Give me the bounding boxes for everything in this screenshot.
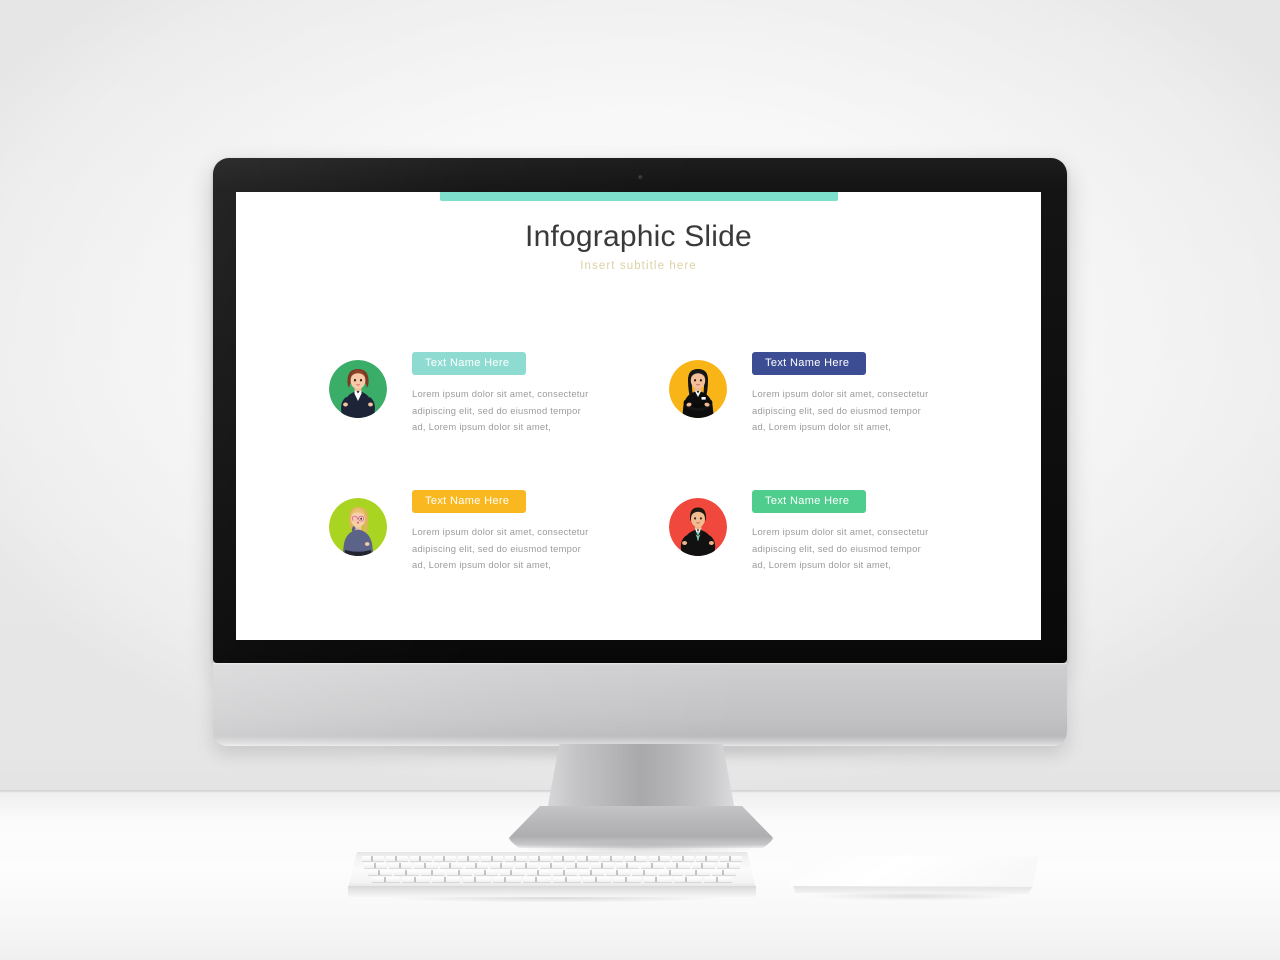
keyboard[interactable]: [348, 852, 756, 898]
webcam-icon: [638, 175, 643, 180]
info-card[interactable]: Text Name Here Lorem ipsum dolor sit ame…: [669, 490, 1034, 608]
avatar: [329, 498, 387, 556]
presentation-slide: Infographic Slide Insert subtitle here T…: [236, 192, 1041, 640]
trackpad-front-edge: [793, 886, 1033, 894]
card-body: Text Name Here Lorem ipsum dolor sit ame…: [752, 490, 1034, 574]
info-card[interactable]: Text Name Here Lorem ipsum dolor sit ame…: [329, 352, 694, 470]
card-description: Lorem ipsum dolor sit amet, consectetur …: [752, 388, 929, 432]
card-badge[interactable]: Text Name Here: [412, 490, 526, 513]
chin-highlight: [213, 663, 1067, 665]
card-body: Text Name Here Lorem ipsum dolor sit ame…: [412, 490, 694, 574]
card-description: Lorem ipsum dolor sit amet, consectetur …: [412, 388, 589, 432]
monitor-screen[interactable]: Infographic Slide Insert subtitle here T…: [236, 192, 1041, 640]
card-badge[interactable]: Text Name Here: [752, 490, 866, 513]
card-description: Lorem ipsum dolor sit amet, consectetur …: [752, 526, 929, 570]
slide-title: Infographic Slide: [525, 220, 752, 253]
info-card[interactable]: Text Name Here Lorem ipsum dolor sit ame…: [329, 490, 694, 608]
info-card[interactable]: Text Name Here Lorem ipsum dolor sit ame…: [669, 352, 1034, 470]
monitor-chin: [213, 663, 1067, 746]
card-badge[interactable]: Text Name Here: [752, 352, 866, 375]
accent-bar: [440, 192, 838, 201]
trackpad-surface[interactable]: [789, 855, 1039, 889]
trackpad[interactable]: [789, 855, 1039, 897]
card-badge[interactable]: Text Name Here: [412, 352, 526, 375]
avatar: [329, 360, 387, 418]
card-body: Text Name Here Lorem ipsum dolor sit ame…: [752, 352, 1034, 436]
avatar: [669, 498, 727, 556]
monitor-stand-neck: [546, 744, 736, 816]
slide-subtitle: Insert subtitle here: [580, 260, 697, 272]
desk-scene: Infographic Slide Insert subtitle here T…: [0, 0, 1280, 960]
keyboard-deck: [348, 852, 756, 888]
desktop-monitor: Infographic Slide Insert subtitle here T…: [213, 158, 1067, 746]
card-description: Lorem ipsum dolor sit amet, consectetur …: [412, 526, 589, 570]
card-body: Text Name Here Lorem ipsum dolor sit ame…: [412, 352, 694, 436]
avatar: [669, 360, 727, 418]
keyboard-front-edge: [348, 886, 756, 897]
